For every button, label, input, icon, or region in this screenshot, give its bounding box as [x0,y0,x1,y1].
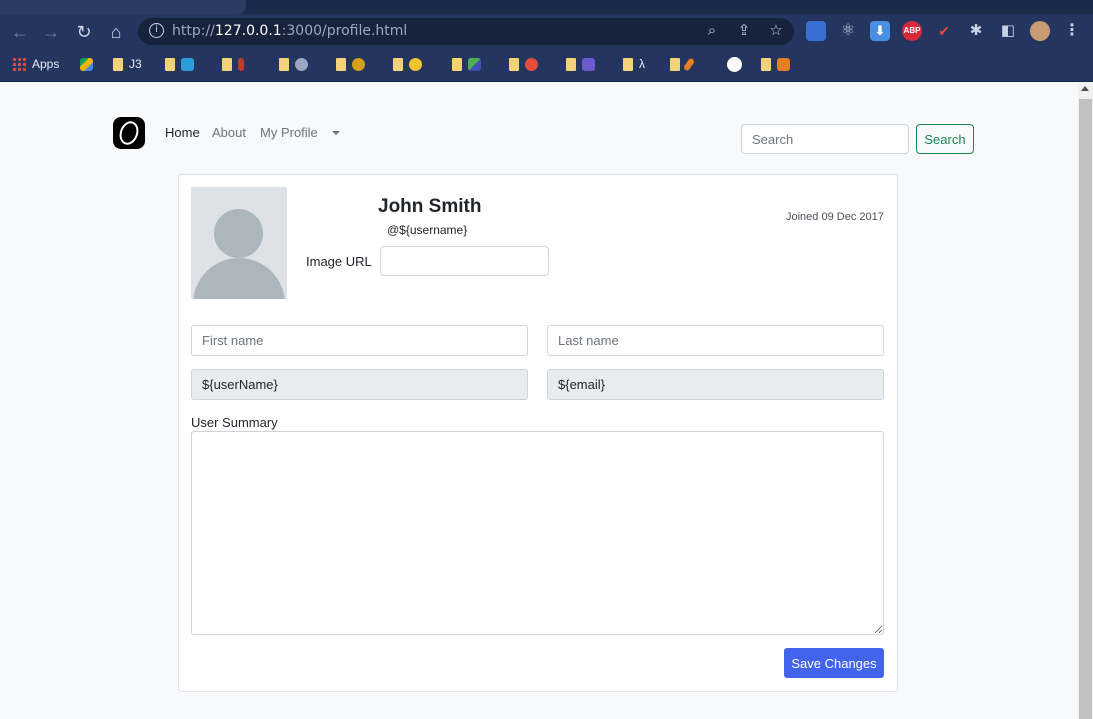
nav-my-profile[interactable]: My Profile [260,125,318,140]
folder-icon [623,57,633,71]
back-arrow-icon[interactable]: ← [10,22,30,42]
github-icon [727,56,742,72]
bookmark-folder[interactable]: λ [623,55,645,73]
bookmark-folder[interactable] [165,55,194,73]
scrollbar-thumb[interactable] [1079,99,1092,719]
star-icon[interactable]: ☆ [767,22,785,40]
brand-logo[interactable] [113,117,145,149]
bookmark-folder[interactable] [670,55,696,73]
image-url-label: Image URL [306,254,372,269]
download-icon[interactable]: ⬇ [870,21,890,41]
folder-icon [393,57,403,71]
nav-home[interactable]: Home [165,125,200,140]
gear-icon [295,57,308,71]
folder-icon [452,57,462,71]
house-icon [777,57,790,71]
url-text[interactable]: http://127.0.0.1:3000/profile.html [172,23,407,39]
profile-handle: @${username} [387,223,468,237]
search-button[interactable]: Search [916,124,974,154]
google-drive-icon [80,57,93,71]
folder-icon [165,57,175,71]
email-field [547,369,884,400]
reload-icon[interactable]: ↻ [74,22,94,42]
bookmark-favicon-icon [238,57,244,71]
folder-icon [222,57,232,71]
bookmark-label: Apps [32,57,60,71]
folder-icon [761,57,771,71]
bookmark-favicon-icon [468,57,481,71]
react-devtools-icon[interactable]: ⚛ [838,21,858,41]
folder-icon [670,57,680,71]
dropdown-caret-icon[interactable] [332,131,340,135]
save-changes-button[interactable]: Save Changes [784,648,884,678]
smiley-icon [525,57,538,71]
monitor-icon [181,57,194,71]
home-icon[interactable]: ⌂ [106,22,126,42]
image-url-input[interactable] [380,246,549,276]
lambda-icon: λ [639,57,645,71]
folder-icon [566,57,576,71]
bookmarks-bar [0,49,1093,82]
waveform-icon [582,57,595,71]
user-summary-textarea[interactable] [191,431,884,635]
adblock-plus-icon[interactable]: ABP [902,21,922,41]
folder-icon [113,57,123,71]
shield-extension-icon[interactable] [806,21,826,41]
bookmark-j3[interactable]: J3 [113,55,142,73]
search-input[interactable] [741,124,909,154]
folder-icon [336,57,346,71]
flexed-arm-icon [409,57,422,71]
site-info-icon[interactable]: i [149,23,164,38]
bookmark-folder[interactable] [761,55,790,73]
money-bag-icon [352,57,365,71]
avatar-placeholder-icon [191,187,287,299]
username-field [191,369,528,400]
bookmark-folder[interactable] [222,55,244,73]
color-extension-icon[interactable]: ✔ [934,21,954,41]
side-panel-icon[interactable]: ◧ [998,21,1018,41]
nav-about[interactable]: About [212,125,246,140]
user-summary-label: User Summary [191,415,278,430]
apps-grid-icon [12,57,26,71]
active-tab[interactable] [0,0,246,14]
bookmark-apps[interactable]: Apps [12,55,59,73]
bookmark-folder[interactable] [566,55,595,73]
bookmark-folder[interactable] [393,55,422,73]
kebab-menu-icon[interactable]: ⋮ [1062,21,1082,41]
bookmark-label: J3 [129,57,142,71]
forward-arrow-icon[interactable]: → [41,22,61,42]
share-icon[interactable]: ⇪ [735,22,753,40]
bookmark-folder[interactable] [279,55,308,73]
bookmark-folder[interactable] [452,55,481,73]
puzzle-icon[interactable]: ✱ [966,21,986,41]
folder-icon [509,57,519,71]
scroll-up-arrow-icon[interactable] [1081,86,1089,91]
last-name-field[interactable] [547,325,884,356]
first-name-field[interactable] [191,325,528,356]
profile-name: John Smith [378,196,482,217]
bookmark-github[interactable] [727,55,742,73]
bookmark-folder[interactable] [509,55,538,73]
folder-icon [279,57,289,71]
profile-avatar-icon[interactable] [1030,21,1050,41]
bookmark-folder[interactable] [336,55,365,73]
joined-date: Joined 09 Dec 2017 [786,211,884,223]
bookmark-drive[interactable] [80,55,93,73]
zoom-icon[interactable]: ⌕ [703,22,721,40]
